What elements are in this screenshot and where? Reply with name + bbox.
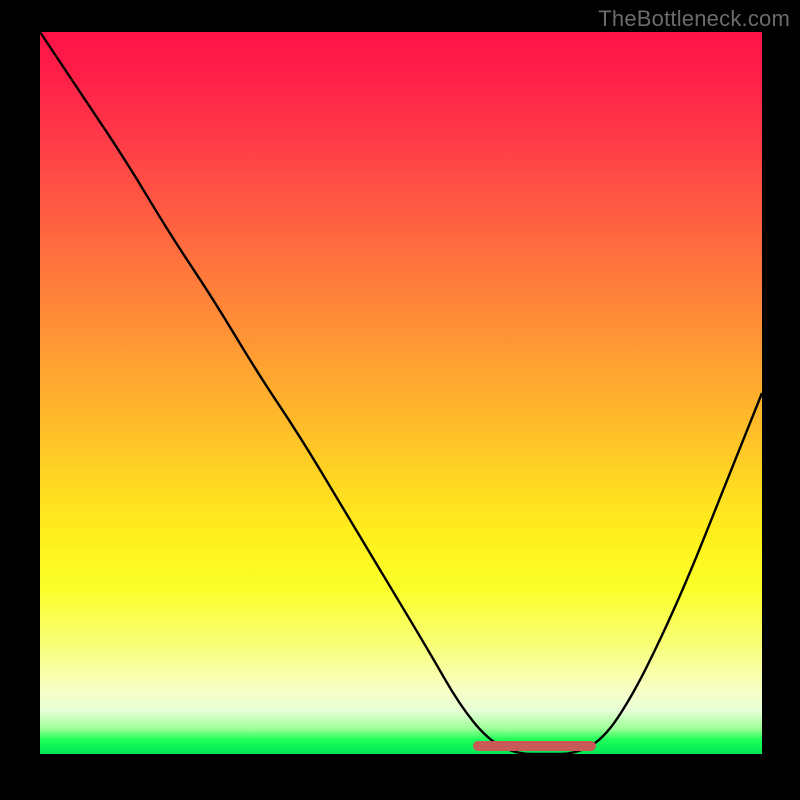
chart-curve [40,32,762,754]
watermark-text: TheBottleneck.com [598,6,790,32]
chart-plot-area [40,32,762,754]
bottleneck-curve-path [40,32,762,754]
optimal-range-marker [473,741,596,751]
